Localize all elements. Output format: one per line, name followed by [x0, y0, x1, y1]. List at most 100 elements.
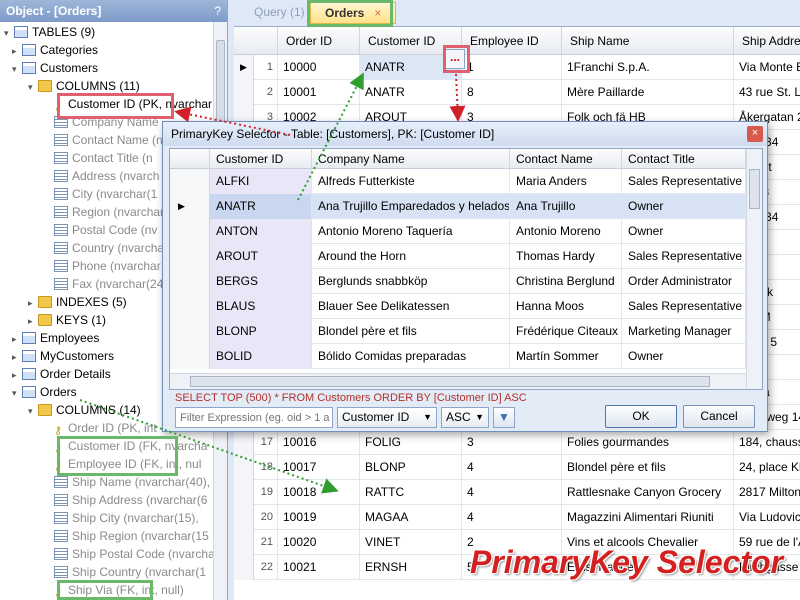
grid-cell[interactable]: 10016 — [278, 430, 360, 455]
grid-cell[interactable]: RATTC — [360, 480, 462, 505]
help-icon[interactable]: ? — [214, 4, 221, 18]
row-indicator[interactable]: ▶ — [234, 55, 254, 80]
customer-row[interactable]: ANTON Antonio Moreno Taquería Antonio More… — [170, 219, 746, 244]
dialog-column-header[interactable]: Contact Name — [510, 149, 622, 169]
customer-cell[interactable]: AROUT — [210, 244, 312, 269]
row-indicator[interactable] — [170, 244, 210, 269]
customer-row[interactable]: BLONP Blondel père et fils Frédérique Cite… — [170, 319, 746, 344]
expand-toggle-icon[interactable]: ▾ — [12, 384, 22, 402]
table-row[interactable]: ▶ 1 10000 ANATR 1 1Franchi S.p.A. Via Monte B — [234, 55, 800, 80]
grid-cell[interactable]: MAGAA — [360, 505, 462, 530]
expand-toggle-icon[interactable]: ▸ — [28, 294, 38, 312]
grid-cell[interactable]: ERNSH — [360, 555, 462, 580]
sort-order-select[interactable]: ASC ▼ — [441, 407, 489, 428]
column-header[interactable]: Employee ID — [462, 27, 562, 55]
table-row[interactable]: 17 10016 FOLIG 3 Folies gourmandes 184, chaus… — [234, 430, 800, 455]
tree-node[interactable]: Postal Code (nv — [44, 221, 157, 239]
grid-cell[interactable]: 24, place Kl — [734, 455, 800, 480]
tree-node[interactable]: Company Name — [44, 113, 159, 131]
close-icon[interactable]: × — [747, 126, 763, 142]
customer-cell[interactable]: Maria Anders — [510, 169, 622, 194]
grid-cell[interactable]: Via Monte B — [734, 55, 800, 80]
grid-cell[interactable]: 4 — [462, 505, 562, 530]
row-indicator[interactable] — [170, 319, 210, 344]
tree-node[interactable]: ⚷ Employee ID (FK, int, nul — [44, 455, 201, 473]
customer-cell[interactable]: Marketing Manager — [622, 319, 746, 344]
tree-node[interactable]: Ship Region (nvarchar(15 — [44, 527, 209, 545]
expand-toggle-icon[interactable]: ▸ — [12, 42, 22, 60]
customer-cell[interactable]: Ana Trujillo Emparedados y helados — [312, 194, 510, 219]
table-row[interactable]: 19 10018 RATTC 4 Rattlesnake Canyon Grocery 2… — [234, 480, 800, 505]
grid-cell[interactable]: VINET — [360, 530, 462, 555]
grid-cell[interactable]: 10001 — [278, 80, 360, 105]
grid-cell[interactable]: 184, chauss — [734, 430, 800, 455]
expand-toggle-icon[interactable]: ▾ — [12, 60, 22, 78]
customer-row[interactable]: AROUT Around the Horn Thomas Hardy Sales Re… — [170, 244, 746, 269]
grid-cell[interactable]: 10017 — [278, 455, 360, 480]
customer-cell[interactable]: Sales Representative — [622, 244, 746, 269]
grid-cell[interactable]: 43 rue St. La — [734, 80, 800, 105]
customer-cell[interactable]: Ana Trujillo — [510, 194, 622, 219]
customer-cell[interactable]: BLAUS — [210, 294, 312, 319]
row-indicator[interactable] — [234, 555, 254, 580]
grid-cell[interactable]: Blondel père et fils — [562, 455, 734, 480]
customer-row[interactable]: ALFKI Alfreds Futterkiste Maria Anders Sale… — [170, 169, 746, 194]
customer-cell[interactable]: ALFKI — [210, 169, 312, 194]
filter-icon[interactable]: ▼ — [493, 407, 515, 428]
customer-cell[interactable]: Hanna Moos — [510, 294, 622, 319]
customer-cell[interactable]: Christina Berglund — [510, 269, 622, 294]
grid-cell[interactable]: 1Franchi S.p.A. — [562, 55, 734, 80]
expand-toggle-icon[interactable]: ▾ — [4, 24, 14, 42]
grid-cell[interactable]: BLONP — [360, 455, 462, 480]
customer-cell[interactable]: Blauer See Delikatessen — [312, 294, 510, 319]
dialog-grid-corner[interactable] — [170, 149, 210, 169]
tree-node[interactable]: Fax (nvarchar(24 — [44, 275, 163, 293]
dialog-hscroll-thumb[interactable] — [190, 376, 710, 387]
lookup-ellipsis-button[interactable]: ... — [445, 49, 465, 69]
tree-node[interactable]: ⚷ Customer ID (PK, nvarchar — [44, 95, 212, 113]
customer-cell[interactable]: Sales Representative — [622, 169, 746, 194]
tree-node[interactable]: ▸ Order Details — [12, 365, 111, 383]
tree-node[interactable]: ▸ Categories — [12, 41, 98, 59]
tree-node[interactable]: Country (nvarcha — [44, 239, 164, 257]
customer-cell[interactable]: Alfreds Futterkiste — [312, 169, 510, 194]
cancel-button[interactable]: Cancel — [683, 405, 755, 428]
tree-node[interactable]: ▾ Orders — [12, 383, 77, 401]
grid-cell[interactable]: ANATR — [360, 80, 462, 105]
grid-cell[interactable]: 1 — [462, 55, 562, 80]
row-indicator[interactable] — [170, 344, 210, 369]
table-row[interactable]: 18 10017 BLONP 4 Blondel père et fils 24, pla… — [234, 455, 800, 480]
grid-cell[interactable]: 10000 — [278, 55, 360, 80]
tree-node[interactable]: Ship Country (nvarchar(1 — [44, 563, 206, 581]
tab-orders[interactable]: Orders × — [310, 2, 397, 24]
customer-cell[interactable]: ANTON — [210, 219, 312, 244]
customer-cell[interactable]: Owner — [622, 219, 746, 244]
row-indicator[interactable] — [170, 169, 210, 194]
expand-toggle-icon[interactable]: ▾ — [28, 78, 38, 96]
row-indicator[interactable] — [234, 430, 254, 455]
dialog-column-header[interactable]: Customer ID — [210, 149, 312, 169]
tree-node[interactable]: Ship Address (nvarchar(6 — [44, 491, 207, 509]
expand-toggle-icon[interactable]: ▸ — [12, 366, 22, 384]
row-indicator[interactable] — [170, 294, 210, 319]
customer-cell[interactable]: Sales Representative — [622, 294, 746, 319]
customers-grid[interactable]: Customer ID Company Name Contact Name Conta… — [169, 148, 763, 390]
column-header[interactable]: Ship Address — [734, 27, 800, 55]
tree-node[interactable]: Ship City (nvarchar(15), — [44, 509, 199, 527]
column-header[interactable]: Ship Name — [562, 27, 734, 55]
customer-cell[interactable]: BERGS — [210, 269, 312, 294]
table-row[interactable]: 20 10019 MAGAA 4 Magazzini Alimentari Riunit… — [234, 505, 800, 530]
customer-cell[interactable]: BLONP — [210, 319, 312, 344]
dialog-horizontal-scrollbar[interactable] — [170, 373, 746, 389]
customer-cell[interactable]: Berglunds snabbköp — [312, 269, 510, 294]
tree-node[interactable]: Ship Name (nvarchar(40), — [44, 473, 210, 491]
tree-node[interactable]: ▾ COLUMNS (14) — [28, 401, 141, 419]
row-indicator[interactable] — [234, 505, 254, 530]
grid-cell[interactable]: Folies gourmandes — [562, 430, 734, 455]
tree-node[interactable]: ▾ COLUMNS (11) — [28, 77, 140, 95]
ok-button[interactable]: OK — [605, 405, 677, 428]
tree-node[interactable]: ⚷ Order ID (PK, int — [44, 419, 157, 437]
grid-cell[interactable]: 8 — [462, 80, 562, 105]
grid-cell[interactable]: Via Ludovic — [734, 505, 800, 530]
tree-node[interactable]: ▸ KEYS (1) — [28, 311, 106, 329]
